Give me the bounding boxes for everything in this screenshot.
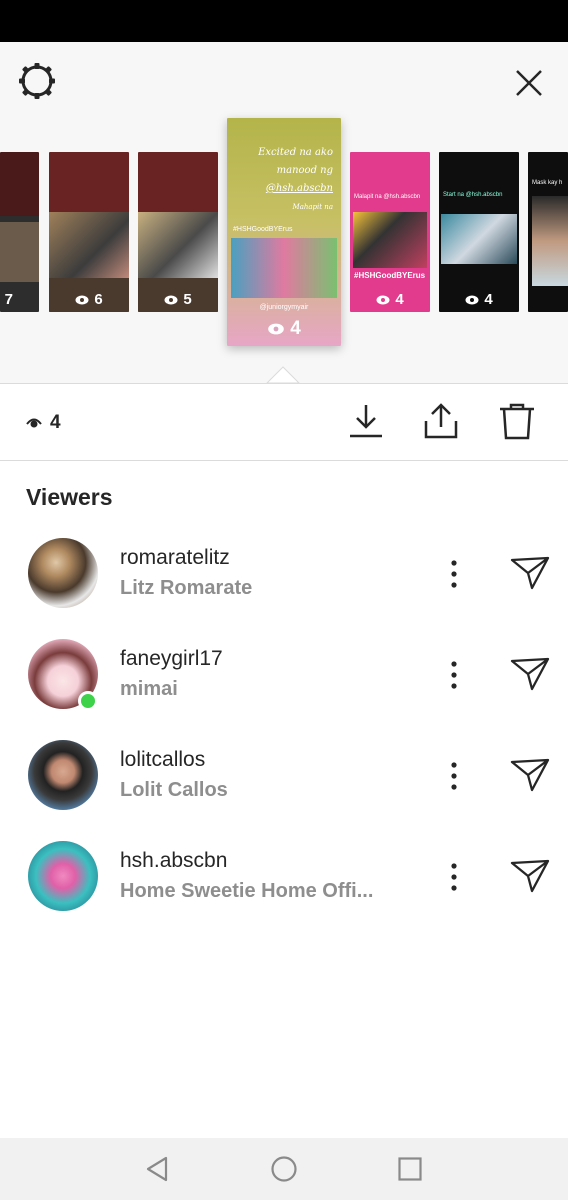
avatar[interactable] — [28, 538, 98, 608]
story-overlay-text: Excited na ako manood ng @hsh.abscbn Mah… — [258, 147, 333, 211]
story-views-text: 5 — [183, 291, 192, 308]
viewer-row[interactable]: faneygirl17 mimai — [0, 629, 568, 719]
viewers-heading: Viewers — [26, 484, 113, 510]
eye-icon — [164, 295, 178, 304]
online-status-indicator — [78, 691, 98, 711]
eye-icon — [268, 323, 285, 335]
eye-icon — [465, 295, 479, 304]
gear-icon[interactable] — [16, 60, 58, 102]
story-image — [353, 212, 427, 268]
viewer-full-name: Home Sweetie Home Offi... — [120, 880, 374, 902]
view-count: 4 — [26, 412, 61, 434]
story-view-count: 5 — [138, 291, 218, 308]
story-views-text: 7 — [4, 291, 13, 308]
status-bar — [0, 0, 568, 42]
story-view-count: 6 — [49, 291, 129, 308]
story-views-text: 4 — [484, 291, 493, 308]
story-thumbnail[interactable]: Mask kay h — [528, 152, 568, 312]
story-view-count: 4 — [227, 318, 341, 340]
share-icon[interactable] — [421, 401, 461, 441]
story-image — [532, 196, 568, 286]
divider — [0, 460, 568, 461]
trash-icon[interactable] — [497, 401, 537, 441]
viewer-username[interactable]: lolitcallos — [120, 748, 205, 772]
story-image — [138, 212, 218, 278]
story-image — [49, 212, 129, 278]
viewer-username[interactable]: hsh.abscbn — [120, 849, 227, 873]
recents-square-icon[interactable] — [394, 1153, 426, 1185]
story-thumbnail[interactable]: Malapit na @hsh.abscbn #HSHGoodBYErus 4 — [350, 152, 430, 312]
avatar[interactable] — [28, 841, 98, 911]
more-options-icon[interactable] — [440, 554, 468, 594]
story-image — [441, 214, 517, 264]
selected-pointer — [264, 366, 304, 385]
story-toolbar: 4 — [0, 384, 568, 460]
close-icon[interactable] — [510, 64, 548, 102]
send-message-icon[interactable] — [508, 655, 552, 693]
eye-icon — [75, 295, 89, 304]
home-circle-icon[interactable] — [268, 1153, 300, 1185]
view-count-text: 4 — [50, 412, 61, 433]
story-hashtag: #HSHGoodBYErus — [233, 226, 293, 233]
viewer-full-name: Litz Romarate — [120, 577, 253, 599]
story-views-text: 4 — [290, 318, 301, 339]
download-icon[interactable] — [346, 401, 386, 441]
story-handle: @juniorgymyair — [259, 304, 309, 311]
back-triangle-icon[interactable] — [142, 1153, 174, 1185]
story-view-count: 4 — [439, 291, 519, 308]
story-tray: 7 6 5 Excited na ako manood ng @hsh.absc… — [0, 42, 568, 385]
send-message-icon[interactable] — [508, 857, 552, 895]
story-image — [231, 238, 337, 298]
story-views-text: 6 — [94, 291, 103, 308]
viewer-row[interactable]: lolitcallos Lolit Callos — [0, 730, 568, 820]
selected-story-thumbnail[interactable]: Excited na ako manood ng @hsh.abscbn Mah… — [227, 118, 341, 346]
viewer-username[interactable]: romaratelitz — [120, 546, 230, 570]
eye-icon — [26, 418, 42, 428]
system-navigation-bar — [0, 1138, 568, 1200]
story-thumbnail[interactable]: 5 — [138, 152, 218, 312]
story-view-count: 7 — [0, 291, 39, 308]
story-thumbnail[interactable]: 6 — [49, 152, 129, 312]
viewer-row[interactable]: romaratelitz Litz Romarate — [0, 528, 568, 618]
send-message-icon[interactable] — [508, 554, 552, 592]
viewer-full-name: Lolit Callos — [120, 779, 228, 801]
viewer-full-name: mimai — [120, 678, 178, 700]
eye-icon — [376, 295, 390, 304]
story-view-count: 4 — [350, 291, 430, 308]
more-options-icon[interactable] — [440, 756, 468, 796]
more-options-icon[interactable] — [440, 857, 468, 897]
story-thumbnail[interactable]: Start na @hsh.abscbn 4 — [439, 152, 519, 312]
viewer-row[interactable]: hsh.abscbn Home Sweetie Home Offi... — [0, 831, 568, 921]
story-views-text: 4 — [395, 291, 404, 308]
more-options-icon[interactable] — [440, 655, 468, 695]
send-message-icon[interactable] — [508, 756, 552, 794]
story-thumbnail[interactable]: 7 — [0, 152, 39, 312]
viewer-username[interactable]: faneygirl17 — [120, 647, 223, 671]
story-image — [0, 222, 39, 282]
avatar[interactable] — [28, 740, 98, 810]
